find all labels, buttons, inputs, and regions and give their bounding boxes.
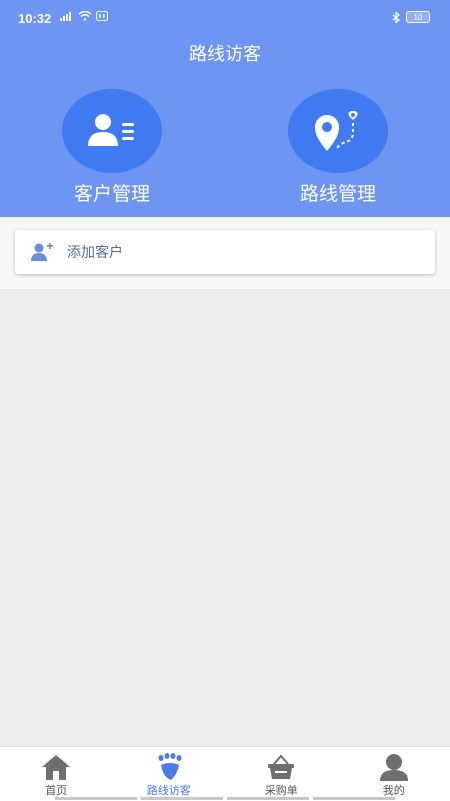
tab-purchase-order[interactable]: 采购单 [225, 747, 338, 801]
tab-home[interactable]: 首页 [0, 747, 113, 801]
add-customer-label: 添加客户 [67, 242, 123, 262]
customer-management-label: 客户管理 [32, 179, 192, 206]
tab-route-visit[interactable]: 路线访客 [113, 747, 226, 801]
hd-icon [96, 11, 108, 21]
add-customer-row[interactable]: 添加客户 [15, 230, 435, 274]
battery-indicator: 10 [406, 11, 430, 23]
basket-icon [265, 753, 297, 781]
content-area: 添加客户 [0, 217, 450, 289]
signal-icon [60, 11, 74, 21]
person-icon [378, 753, 410, 781]
bottom-tab-bar: 首页 路线访客 采购单 我的 [0, 746, 450, 801]
tab-route-visit-label: 路线访客 [113, 782, 226, 798]
route-pin-icon [313, 109, 363, 153]
tab-purchase-order-label: 采购单 [225, 782, 338, 798]
header: 10:32 10 路线访客 [0, 0, 450, 217]
route-management-label: 路线管理 [258, 179, 418, 206]
customer-management-circle [62, 89, 162, 173]
home-icon [40, 753, 72, 781]
bluetooth-icon [392, 12, 400, 23]
customer-list-icon [87, 113, 137, 149]
add-user-icon [31, 242, 53, 262]
status-icons [60, 11, 108, 21]
tab-mine-label: 我的 [338, 782, 450, 798]
page-title: 路线访客 [0, 40, 450, 66]
wifi-icon [78, 11, 92, 21]
status-time: 10:32 [18, 11, 51, 26]
route-management-circle [288, 89, 388, 173]
status-bar: 10:32 10 [0, 0, 450, 36]
customer-management-button[interactable]: 客户管理 [62, 89, 162, 173]
tab-home-label: 首页 [0, 782, 113, 798]
status-icons-right: 10 [392, 11, 430, 23]
route-management-button[interactable]: 路线管理 [288, 89, 388, 173]
tab-mine[interactable]: 我的 [338, 747, 450, 801]
footprint-icon [153, 753, 185, 781]
